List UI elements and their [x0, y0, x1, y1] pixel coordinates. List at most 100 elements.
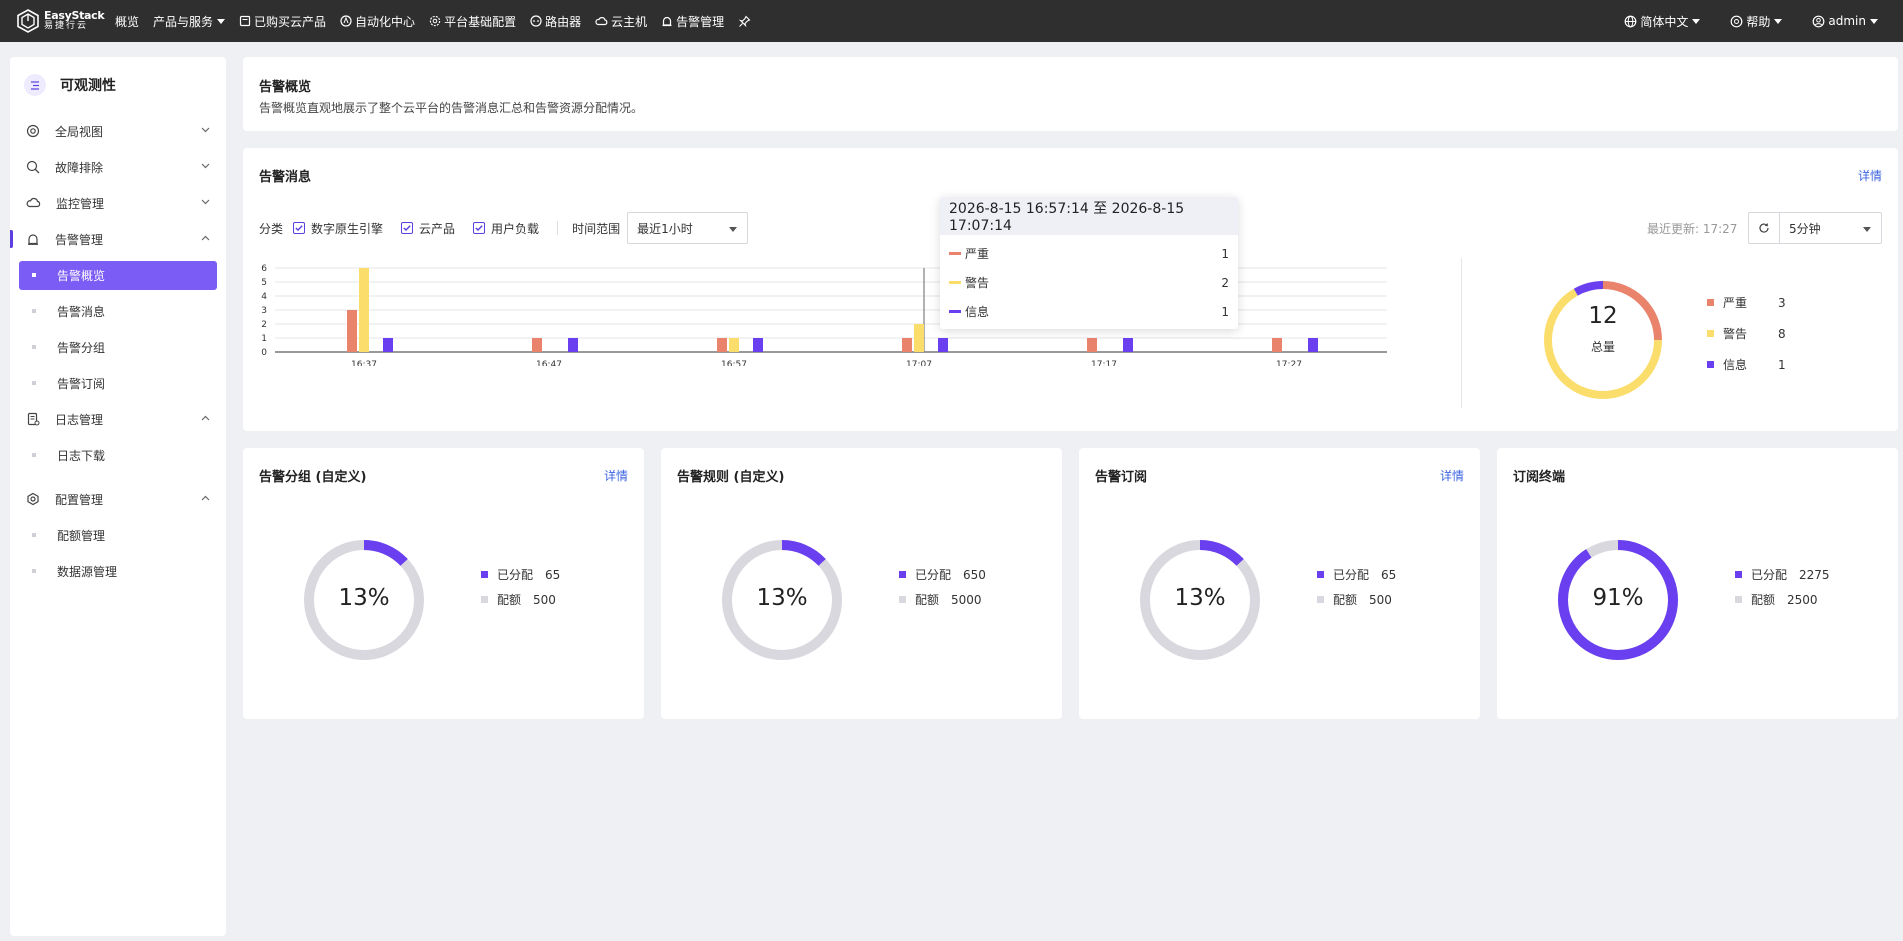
refresh-icon: [1759, 223, 1769, 233]
x-tick-label: 16:37: [351, 360, 377, 366]
router-icon: [530, 15, 542, 27]
resource-card: 告警订阅 详情 13% 已分配 65 配额 500: [1079, 448, 1480, 719]
brand-logo[interactable]: EasyStack 易捷行云: [0, 0, 108, 42]
bar-信息: [568, 338, 578, 352]
legend-quota: 配额 500: [1317, 591, 1392, 608]
sidebar-item-log-download[interactable]: 日志下载: [10, 437, 226, 473]
nav-cloud-host[interactable]: 云主机: [588, 0, 654, 42]
nav-automation-center[interactable]: 自动化中心: [333, 0, 422, 42]
tooltip-row-critical: 严重 1: [940, 239, 1238, 268]
chart-tooltip: 2026-8-15 16:57:14 至 2026-8-15 17:07:14 …: [940, 197, 1238, 329]
resource-card-title: 告警分组 (自定义): [259, 470, 367, 485]
chevron-up-icon: [201, 415, 210, 421]
menu-icon: [24, 74, 46, 96]
global-view-icon: [26, 124, 40, 138]
checkbox-checked-icon: [401, 222, 414, 234]
nav-products-services[interactable]: 产品与服务: [146, 0, 232, 42]
category-checkbox-user-workload[interactable]: 用户负载: [473, 220, 539, 237]
sidebar-item-alarm-groups[interactable]: 告警分组: [10, 329, 226, 365]
resource-card-detail-link[interactable]: 详情: [1440, 467, 1464, 484]
sidebar-item-monitoring[interactable]: 监控管理: [10, 185, 226, 221]
alarm-messages-title: 告警消息: [259, 170, 312, 185]
bar-严重: [532, 338, 542, 352]
tooltip-time-range: 2026-8-15 16:57:14 至 2026-8-15 17:07:14: [940, 197, 1238, 235]
x-tick-label: 17:17: [1091, 360, 1117, 366]
resource-card: 告警规则 (自定义) 13% 已分配 650 配额 5000: [661, 448, 1062, 719]
chevron-down-icon: [201, 199, 210, 205]
legend-allocated: 已分配 650: [899, 566, 986, 583]
bar-警告: [359, 268, 369, 352]
bar-警告: [729, 338, 739, 352]
legend-allocated: 已分配 65: [1317, 566, 1396, 583]
bar-信息: [1308, 338, 1318, 352]
gear-icon: [27, 492, 39, 506]
y-tick-label: 5: [261, 278, 267, 288]
donut-total-value: 12: [1588, 303, 1618, 329]
bar-警告: [914, 324, 924, 352]
sidebar-item-config-management[interactable]: 配置管理: [10, 481, 226, 517]
page-title: 告警概览: [259, 80, 312, 95]
resource-card-detail-link[interactable]: 详情: [604, 467, 628, 484]
chevron-down-icon: [201, 127, 210, 133]
alarm-icon: [28, 234, 38, 245]
nav-platform-config[interactable]: 平台基础配置: [422, 0, 523, 42]
sidebar: 可观测性 全局视图 故障排除 监控管理 告警管理 告警概览 告警消息 告警分组 …: [10, 57, 226, 936]
sidebar-item-datasource-management[interactable]: 数据源管理: [10, 553, 226, 589]
sidebar-item-alarm-management[interactable]: 告警管理: [10, 221, 226, 257]
sidebar-item-troubleshooting[interactable]: 故障排除: [10, 149, 226, 185]
search-icon: [26, 160, 40, 174]
sidebar-item-alarm-overview[interactable]: 告警概览: [19, 261, 217, 290]
donut-legend-item: 警告 8: [1707, 325, 1786, 342]
sidebar-item-global-view[interactable]: 全局视图: [10, 113, 226, 149]
nav-router[interactable]: 路由器: [523, 0, 588, 42]
chevron-down-icon: [1870, 18, 1878, 24]
help-menu[interactable]: 帮助: [1723, 0, 1789, 42]
easystack-logo-icon: [17, 9, 39, 33]
sidebar-item-alarm-messages[interactable]: 告警消息: [10, 293, 226, 329]
y-tick-label: 2: [261, 320, 267, 330]
tooltip-row-info: 信息 1: [940, 297, 1238, 326]
category-label: 分类: [259, 221, 284, 236]
last-update-text: 最近更新: 17:27: [1647, 222, 1738, 236]
bar-严重: [1272, 338, 1282, 352]
alarm-icon: [662, 16, 672, 27]
automation-icon: [340, 15, 352, 27]
filter-bar: 分类 数字原生引擎 云产品 用户负载 时间范围 最近1小时: [259, 212, 749, 244]
alarm-messages-detail-link[interactable]: 详情: [1858, 167, 1882, 184]
category-checkbox-native-engine[interactable]: 数字原生引擎: [293, 220, 383, 237]
resource-percent: 91%: [1592, 585, 1644, 611]
y-tick-label: 4: [261, 292, 267, 302]
pin-icon: [738, 15, 751, 27]
time-range-select[interactable]: 最近1小时: [627, 212, 749, 244]
main-menu: 概览 产品与服务 已购买云产品 自动化中心 平台基础配置 路由器 云主机 告警管…: [108, 0, 761, 42]
donut-legend-item: 信息 1: [1707, 356, 1786, 373]
resource-card-title: 订阅终端: [1513, 470, 1566, 485]
refresh-button[interactable]: [1748, 212, 1780, 244]
sidebar-item-log-management[interactable]: 日志管理: [10, 401, 226, 437]
y-tick-label: 3: [261, 306, 267, 316]
sidebar-item-alarm-subscriptions[interactable]: 告警订阅: [10, 365, 226, 401]
category-checkbox-cloud-product[interactable]: 云产品: [401, 220, 455, 237]
nav-overview[interactable]: 概览: [108, 0, 146, 42]
nav-alarm-management[interactable]: 告警管理: [654, 0, 731, 42]
sidebar-title: 可观测性: [10, 57, 226, 113]
sidebar-item-quota-management[interactable]: 配额管理: [10, 517, 226, 553]
y-tick-label: 0: [261, 348, 267, 358]
chevron-up-icon: [201, 495, 210, 501]
y-tick-label: 6: [261, 264, 267, 274]
checkbox-checked-icon: [293, 222, 306, 234]
bar-严重: [902, 338, 912, 352]
top-navbar: EasyStack 易捷行云 概览 产品与服务 已购买云产品 自动化中心 平台基…: [0, 0, 1903, 42]
donut-total-label: 总量: [1590, 340, 1615, 354]
chevron-down-icon: [1692, 18, 1701, 24]
bar-严重: [1087, 338, 1097, 352]
user-icon: [1812, 15, 1825, 27]
bar-信息: [753, 338, 763, 352]
language-selector[interactable]: 简体中文: [1617, 0, 1707, 42]
bar-信息: [383, 338, 393, 352]
nav-purchased-products[interactable]: 已购买云产品: [232, 0, 333, 42]
x-tick-label: 17:07: [906, 360, 932, 366]
user-menu[interactable]: admin: [1805, 0, 1885, 42]
pin-button[interactable]: [731, 0, 761, 42]
refresh-interval-select[interactable]: 5分钟: [1779, 212, 1882, 244]
